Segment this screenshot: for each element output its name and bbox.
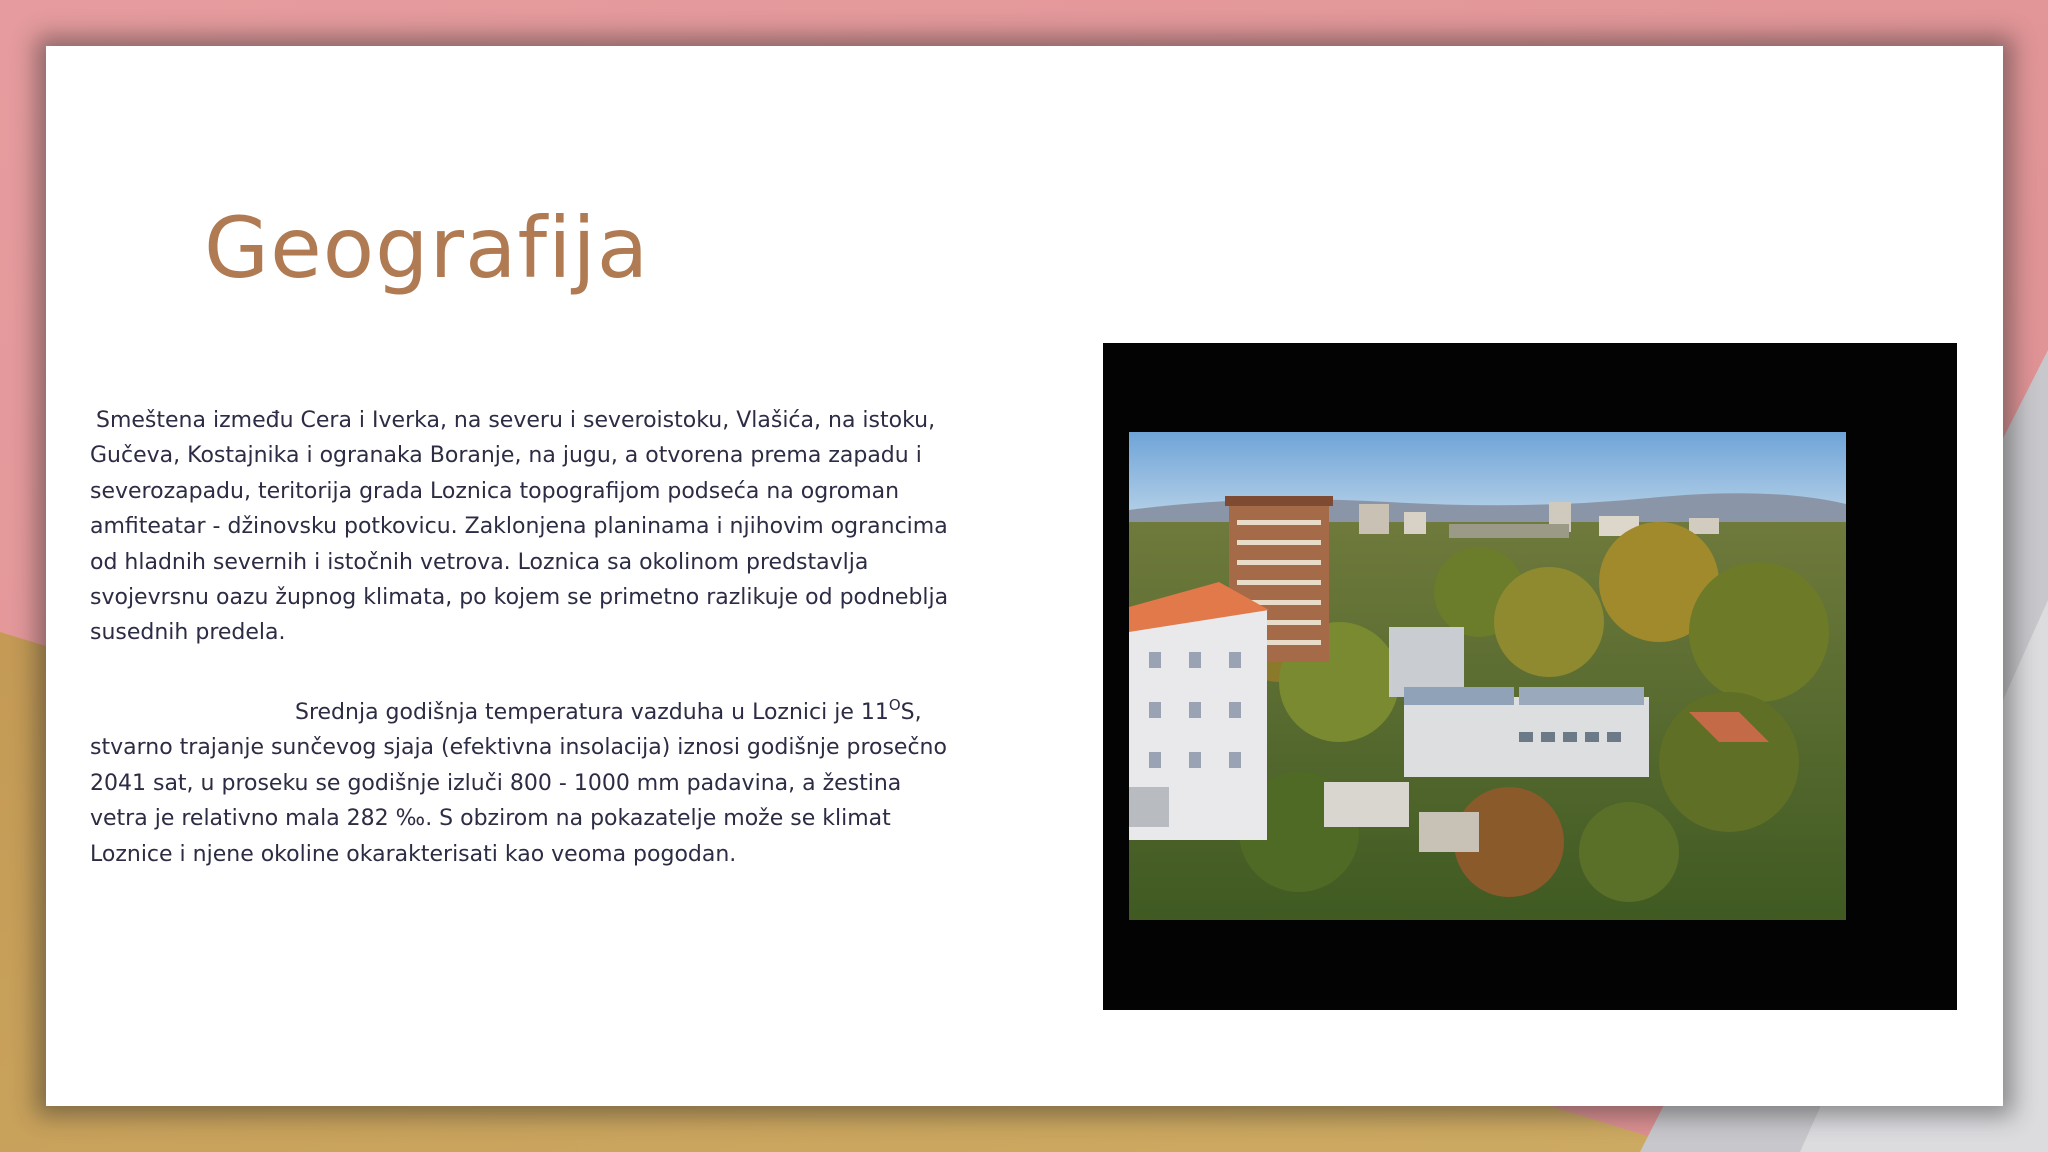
slide-canvas: Geografija Smeštena između Cera i Iverka… — [0, 0, 2048, 1152]
geography-paragraph: Smeštena između Cera i Iverka, na severu… — [90, 403, 950, 651]
climate-paragraph-start: Srednja godišnja temperatura vazduha u L… — [295, 700, 889, 725]
degree-superscript: O — [888, 696, 901, 714]
geography-paragraph-text: Smeštena između Cera i Iverka, na severu… — [90, 408, 949, 646]
slide-title: Geografija — [204, 199, 650, 297]
loznica-city-photo — [1129, 432, 1846, 920]
photo-frame — [1103, 343, 1957, 1010]
climate-paragraph: Srednja godišnja temperatura vazduha u L… — [90, 695, 950, 872]
